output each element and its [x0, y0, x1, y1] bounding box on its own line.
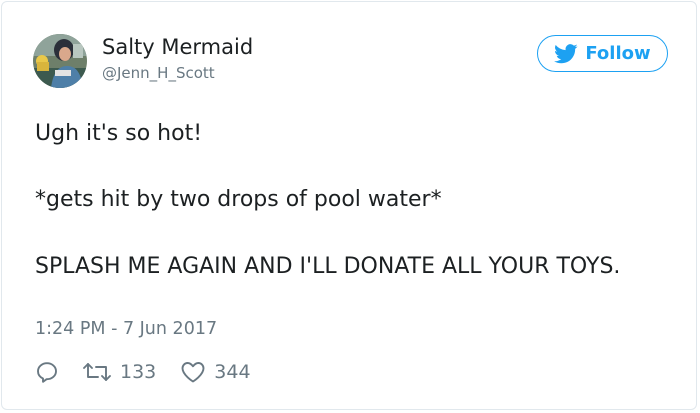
follow-button-label: Follow [585, 43, 651, 64]
follow-button[interactable]: Follow [537, 35, 668, 72]
tweet-timestamp[interactable]: 1:24 PM - 7 Jun 2017 [35, 319, 217, 339]
avatar[interactable] [33, 34, 87, 88]
retweet-icon [83, 363, 111, 381]
twitter-bird-icon [554, 43, 578, 63]
retweet-count: 133 [120, 361, 157, 383]
tweet-text-line: *gets hit by two drops of pool water* [35, 187, 442, 212]
reply-icon [37, 362, 57, 383]
tweet-text-line: SPLASH ME AGAIN AND I'LL DONATE ALL YOUR… [35, 254, 621, 279]
profile-photo [33, 34, 87, 88]
like-button[interactable]: 344 [180, 360, 251, 384]
user-handle[interactable]: @Jenn_H_Scott [102, 64, 215, 82]
retweet-button[interactable]: 133 [82, 360, 156, 384]
tweet-card: Salty Mermaid @Jenn_H_Scott Follow Ugh i… [1, 1, 697, 410]
tweet-text-line: Ugh it's so hot! [35, 121, 203, 146]
tweet-actions: 133 344 [35, 358, 251, 386]
reply-button[interactable] [35, 360, 59, 384]
user-display-name[interactable]: Salty Mermaid [102, 35, 253, 59]
heart-icon [181, 362, 205, 383]
like-count: 344 [214, 361, 251, 383]
